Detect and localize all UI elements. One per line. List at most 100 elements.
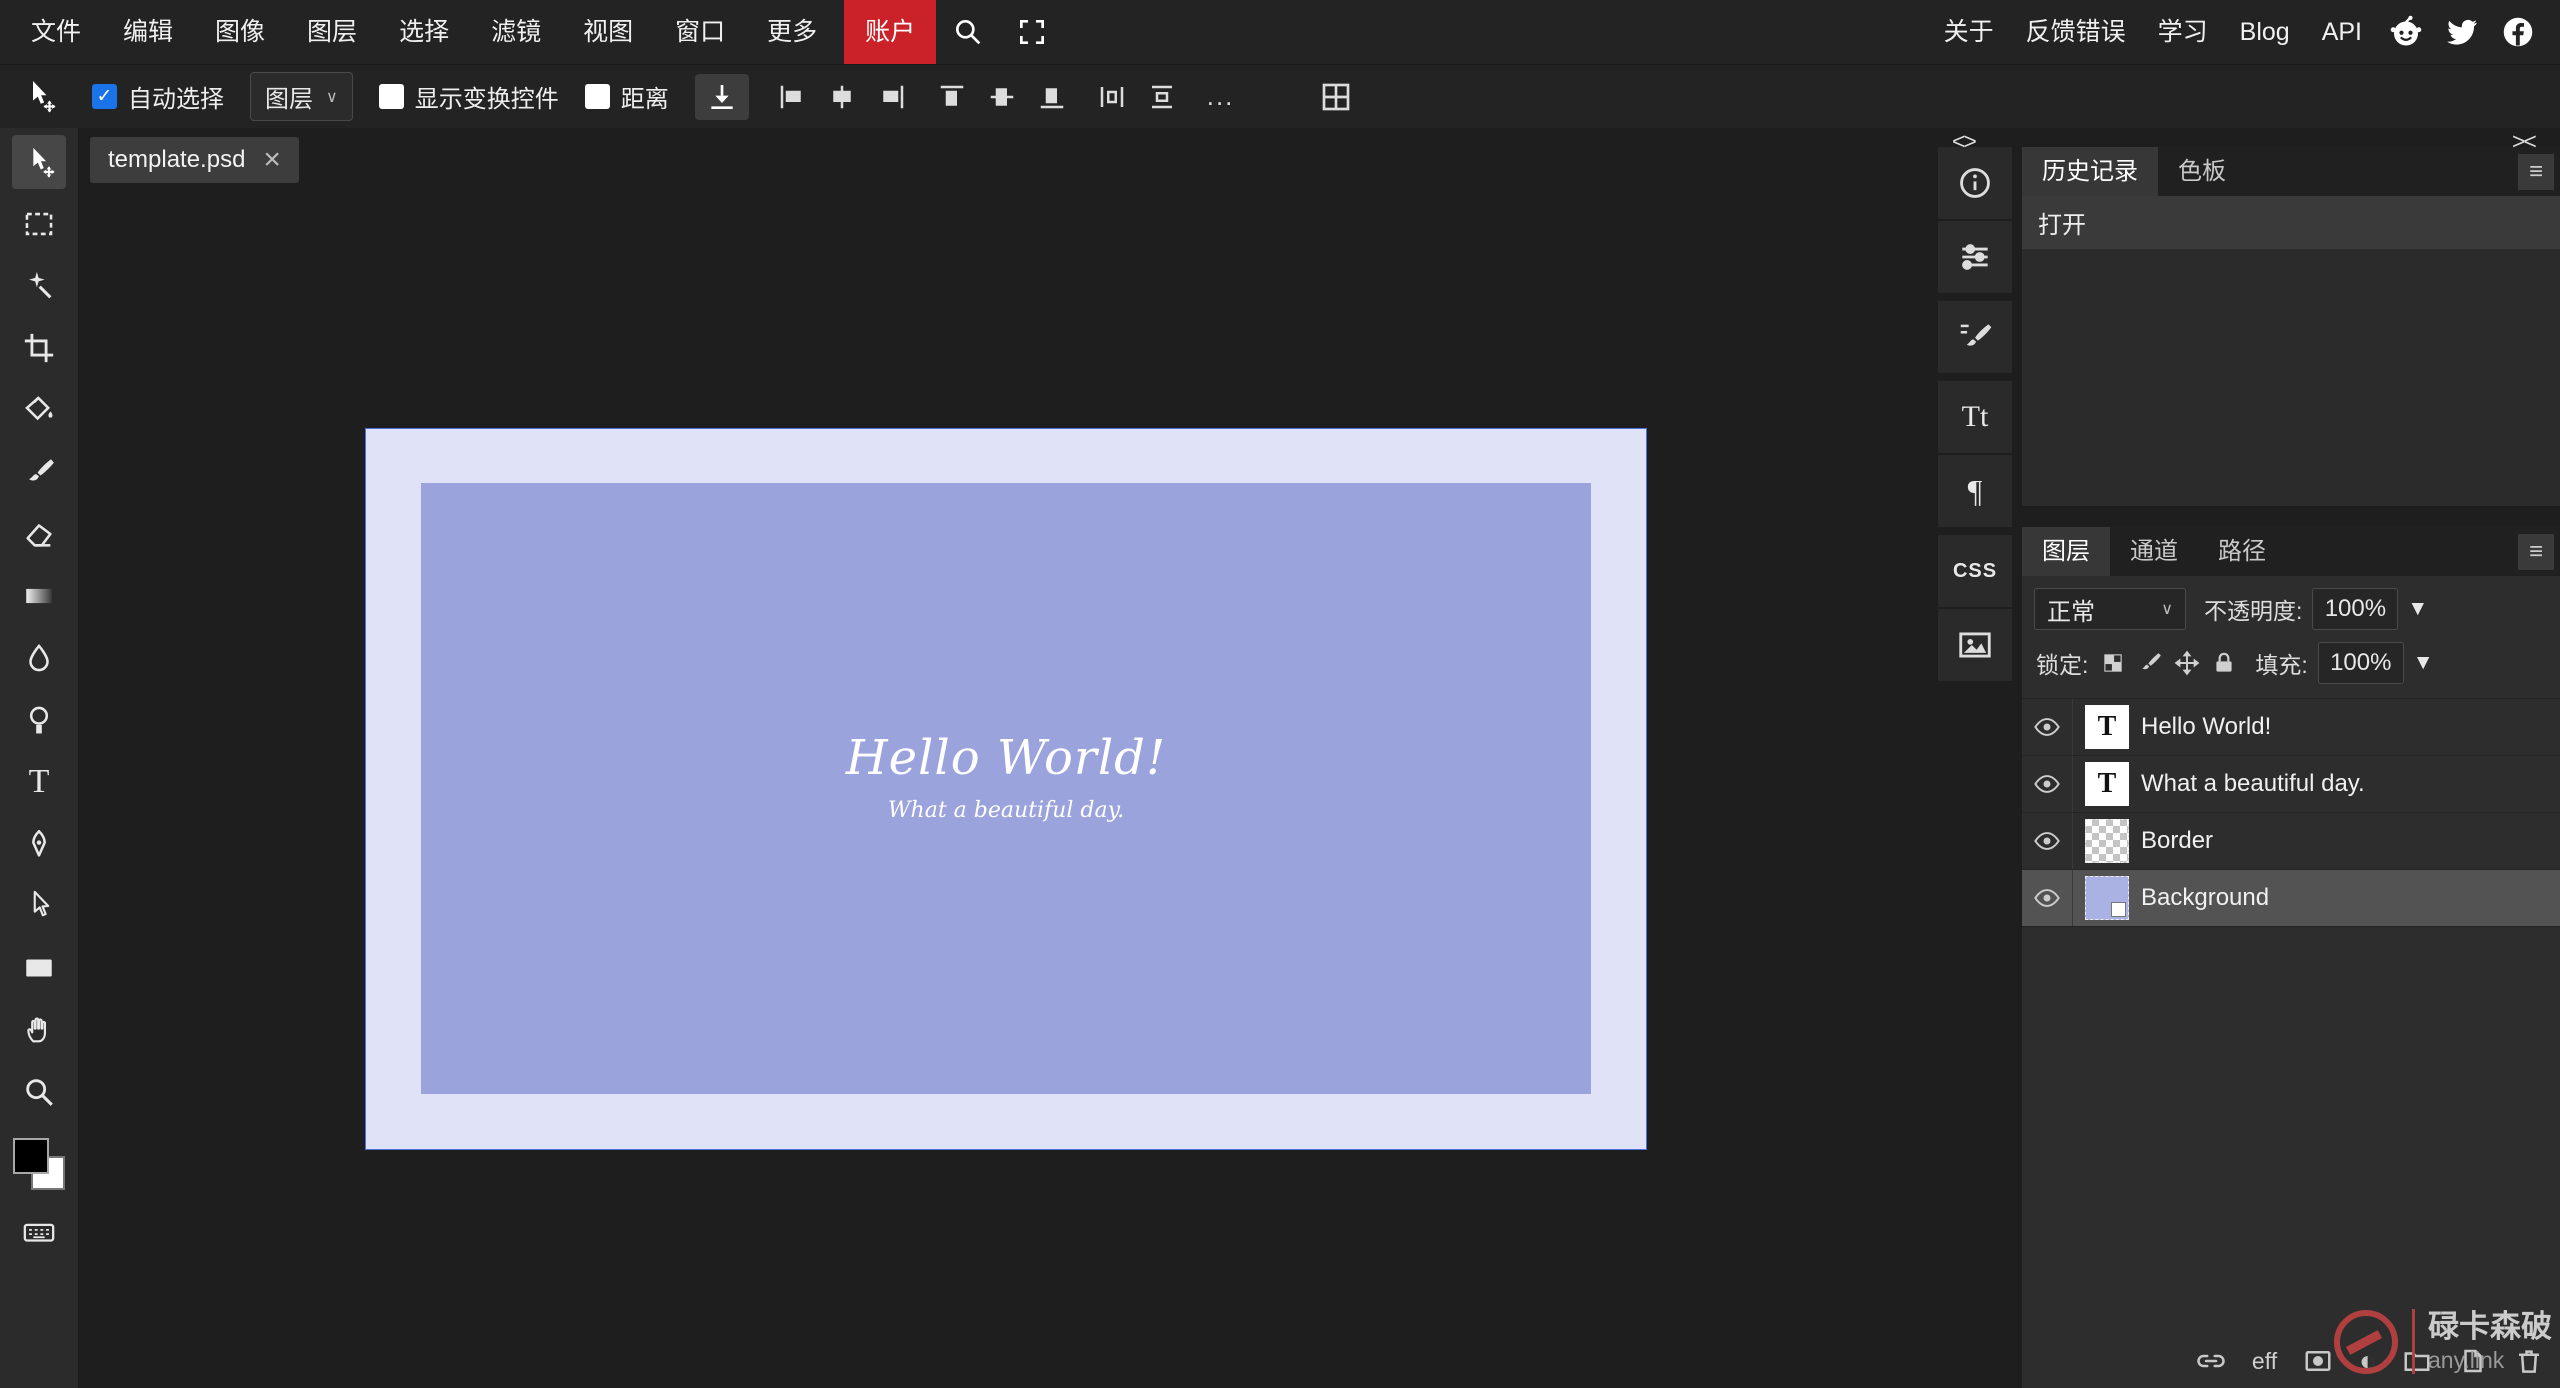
layer-thumbnail-text[interactable]: T	[2085, 762, 2129, 806]
menu-filter[interactable]: 滤镜	[470, 0, 562, 64]
info-panel-button[interactable]	[1938, 147, 2012, 219]
adjustment-layer-button[interactable]: ◐	[2359, 1347, 2376, 1375]
layer-thumbnail-fill[interactable]	[2085, 876, 2129, 920]
new-group-button[interactable]	[2402, 1346, 2432, 1376]
tab-swatches[interactable]: 色板	[2158, 147, 2246, 196]
menu-view[interactable]: 视图	[562, 0, 654, 64]
distance-checkbox[interactable]: 距离	[584, 79, 669, 114]
align-left-button[interactable]	[775, 80, 809, 114]
image-panel-button[interactable]	[1938, 609, 2012, 681]
align-center-h-button[interactable]	[825, 80, 859, 114]
menu-report-bug[interactable]: 反馈错误	[2010, 0, 2142, 64]
link-layers-button[interactable]	[2196, 1346, 2226, 1376]
keyboard-shortcuts-button[interactable]	[12, 1205, 66, 1259]
crop-tool[interactable]	[12, 321, 66, 375]
menu-learn[interactable]: 学习	[2142, 0, 2224, 64]
opacity-dropdown-icon[interactable]: ▼	[2407, 597, 2428, 621]
paint-bucket-tool[interactable]	[12, 383, 66, 437]
new-layer-button[interactable]	[2458, 1346, 2488, 1376]
blend-mode-select[interactable]: 正常 ∨	[2034, 588, 2186, 630]
magic-wand-tool[interactable]	[12, 259, 66, 313]
menu-image[interactable]: 图像	[194, 0, 286, 64]
menu-select[interactable]: 选择	[378, 0, 470, 64]
layer-name[interactable]: Hello World!	[2141, 713, 2271, 741]
tab-layers[interactable]: 图层	[2022, 527, 2110, 576]
target-dropdown[interactable]: 图层 ∨	[250, 72, 353, 121]
layer-effects-button[interactable]: eff	[2252, 1348, 2277, 1375]
align-right-button[interactable]	[875, 80, 909, 114]
visibility-toggle[interactable]	[2022, 870, 2073, 926]
menu-file[interactable]: 文件	[10, 0, 102, 64]
paragraph-panel-button[interactable]: ¶	[1938, 455, 2012, 527]
opacity-value-box[interactable]: 100%	[2312, 588, 2399, 630]
character-panel-button[interactable]: Tt	[1938, 381, 2012, 453]
tab-channels[interactable]: 通道	[2110, 527, 2198, 576]
marquee-select-tool[interactable]	[12, 197, 66, 251]
arrange-windows-button[interactable]	[1318, 79, 1354, 115]
twitter-link[interactable]	[2434, 14, 2490, 50]
eraser-tool[interactable]	[12, 507, 66, 561]
menu-api[interactable]: API	[2306, 0, 2378, 64]
layer-thumbnail-transparent[interactable]	[2085, 819, 2129, 863]
pen-tool[interactable]	[12, 817, 66, 871]
brush-settings-panel-button[interactable]	[1938, 301, 2012, 373]
menu-account[interactable]: 账户	[844, 0, 937, 64]
delete-layer-button[interactable]	[2514, 1346, 2544, 1376]
layer-thumbnail-text[interactable]: T	[2085, 705, 2129, 749]
search-button[interactable]	[936, 0, 1000, 64]
menu-window[interactable]: 窗口	[654, 0, 746, 64]
properties-panel-button[interactable]	[1938, 221, 2012, 293]
fill-dropdown-icon[interactable]: ▼	[2413, 651, 2434, 675]
brush-tool[interactable]	[12, 445, 66, 499]
collapse-panel-toggle[interactable]: ><	[2512, 128, 2537, 155]
fill-value-box[interactable]: 100%	[2317, 642, 2404, 684]
document-tab[interactable]: template.psd ×	[90, 137, 299, 183]
lock-transparency-button[interactable]	[2100, 650, 2126, 676]
add-mask-button[interactable]	[2303, 1346, 2333, 1376]
panel-menu-button[interactable]: ≡	[2518, 154, 2554, 190]
close-icon[interactable]: ×	[263, 145, 281, 175]
panel-menu-button[interactable]: ≡	[2518, 534, 2554, 570]
canvas-area[interactable]: template.psd × Hello World! What a beaut…	[78, 127, 1937, 1388]
layer-name[interactable]: Background	[2141, 884, 2269, 912]
css-panel-button[interactable]: CSS	[1938, 535, 2012, 607]
zoom-tool[interactable]	[12, 1065, 66, 1119]
facebook-link[interactable]	[2490, 14, 2546, 50]
shape-tool[interactable]	[12, 941, 66, 995]
path-select-tool[interactable]	[12, 879, 66, 933]
more-options-button[interactable]: ...	[1205, 79, 1237, 114]
gradient-tool[interactable]	[12, 569, 66, 623]
move-tool[interactable]	[12, 135, 66, 189]
hand-tool[interactable]	[12, 1003, 66, 1057]
layer-row-hello-world[interactable]: T Hello World!	[2022, 699, 2560, 756]
lock-pixels-button[interactable]	[2137, 650, 2163, 676]
auto-select-checkbox[interactable]: ✓ 自动选择	[92, 79, 224, 114]
export-button[interactable]	[694, 73, 749, 120]
menu-blog[interactable]: Blog	[2224, 0, 2306, 64]
document[interactable]: Hello World! What a beautiful day.	[365, 428, 1647, 1150]
lock-all-button[interactable]	[2211, 650, 2237, 676]
visibility-toggle[interactable]	[2022, 813, 2073, 869]
layer-row-border[interactable]: Border	[2022, 813, 2560, 870]
menu-about[interactable]: 关于	[1928, 0, 2010, 64]
menu-layer[interactable]: 图层	[286, 0, 378, 64]
align-top-button[interactable]	[935, 80, 969, 114]
type-tool[interactable]: T	[12, 755, 66, 809]
fullscreen-button[interactable]	[1000, 0, 1064, 64]
menu-more[interactable]: 更多	[746, 0, 838, 64]
align-middle-v-button[interactable]	[985, 80, 1019, 114]
layer-row-background[interactable]: Background	[2022, 870, 2560, 927]
menu-edit[interactable]: 编辑	[102, 0, 194, 64]
lock-position-button[interactable]	[2174, 650, 2200, 676]
history-step-open[interactable]: 打开	[2022, 196, 2560, 249]
layer-name[interactable]: Border	[2141, 827, 2213, 855]
layer-row-beautiful-day[interactable]: T What a beautiful day.	[2022, 756, 2560, 813]
reddit-link[interactable]	[2378, 14, 2434, 50]
dodge-tool[interactable]	[12, 693, 66, 747]
distribute-h-button[interactable]	[1095, 80, 1129, 114]
foreground-color-swatch[interactable]	[13, 1138, 49, 1174]
layer-name[interactable]: What a beautiful day.	[2141, 770, 2365, 798]
align-bottom-button[interactable]	[1035, 80, 1069, 114]
tab-paths[interactable]: 路径	[2198, 527, 2286, 576]
color-swatches[interactable]	[10, 1135, 68, 1193]
